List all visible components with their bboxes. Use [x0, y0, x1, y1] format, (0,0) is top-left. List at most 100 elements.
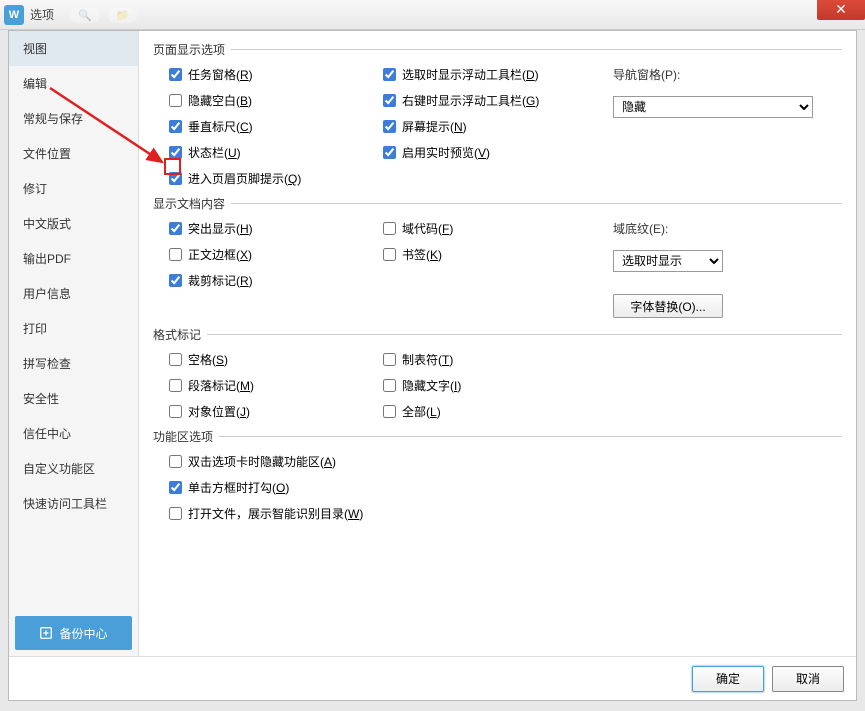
- sidebar-item-10[interactable]: 安全性: [9, 381, 138, 416]
- dc2-0-checkbox[interactable]: [383, 222, 396, 235]
- fm1-1[interactable]: 段落标记(M): [169, 377, 383, 394]
- fm1-1-label: 段落标记(M): [188, 377, 254, 394]
- group-ribbon-legend: 功能区选项: [153, 428, 219, 445]
- options-dialog: 视图编辑常规与保存文件位置修订中文版式输出PDF用户信息打印拼写检查安全性信任中…: [8, 30, 857, 701]
- pd1-4[interactable]: 进入页眉页脚提示(Q): [169, 170, 383, 187]
- sidebar-item-9[interactable]: 拼写检查: [9, 346, 138, 381]
- group-format-marks-legend: 格式标记: [153, 326, 207, 343]
- fm2-2-label: 全部(L): [402, 403, 441, 420]
- sidebar-item-11[interactable]: 信任中心: [9, 416, 138, 451]
- fm1-2[interactable]: 对象位置(J): [169, 403, 383, 420]
- fm2-0-label: 制表符(T): [402, 351, 453, 368]
- pd1-3[interactable]: 状态栏(U): [169, 144, 383, 161]
- dc1-2-label: 裁剪标记(R): [188, 272, 253, 289]
- sidebar-item-13[interactable]: 快速访问工具栏: [9, 486, 138, 521]
- dc2-0-label: 域代码(F): [402, 220, 453, 237]
- dc1-1-checkbox[interactable]: [169, 248, 182, 261]
- rb-1-label: 单击方框时打勾(O): [188, 479, 289, 496]
- pd1-1[interactable]: 隐藏空白(B): [169, 92, 383, 109]
- dc2-1-label: 书签(K): [402, 246, 442, 263]
- ok-button[interactable]: 确定: [692, 666, 764, 692]
- pd1-2-label: 垂直标尺(C): [188, 118, 253, 135]
- fm2-0-checkbox[interactable]: [383, 353, 396, 366]
- dialog-footer: 确定 取消: [9, 656, 856, 700]
- sidebar-item-4[interactable]: 修订: [9, 171, 138, 206]
- sidebar: 视图编辑常规与保存文件位置修订中文版式输出PDF用户信息打印拼写检查安全性信任中…: [9, 31, 139, 656]
- pd2-1-checkbox[interactable]: [383, 94, 396, 107]
- rb-0-checkbox[interactable]: [169, 455, 182, 468]
- nav-pane-select[interactable]: 隐藏: [613, 96, 813, 118]
- field-shading-select[interactable]: 选取时显示: [613, 250, 723, 272]
- pd1-1-checkbox[interactable]: [169, 94, 182, 107]
- close-button[interactable]: ✕: [817, 0, 865, 20]
- dc1-0[interactable]: 突出显示(H): [169, 220, 383, 237]
- dc2-1-checkbox[interactable]: [383, 248, 396, 261]
- pd1-0[interactable]: 任务窗格(R): [169, 66, 383, 83]
- fm2-2[interactable]: 全部(L): [383, 403, 613, 420]
- pd1-0-label: 任务窗格(R): [188, 66, 253, 83]
- font-substitute-button[interactable]: 字体替换(O)...: [613, 294, 723, 318]
- app-icon: W: [4, 5, 24, 25]
- fm1-2-checkbox[interactable]: [169, 405, 182, 418]
- group-format-marks: 格式标记 空格(S) 段落标记(M) 对象位置(J) 制表符(T) 隐藏文字(I) 全部…: [153, 326, 842, 420]
- pd2-0[interactable]: 选取时显示浮动工具栏(D): [383, 66, 613, 83]
- fm1-0[interactable]: 空格(S): [169, 351, 383, 368]
- rb-0[interactable]: 双击选项卡时隐藏功能区(A): [169, 453, 842, 470]
- dc1-1-label: 正文边框(X): [188, 246, 252, 263]
- window-title: 选项: [30, 6, 54, 23]
- nav-pane-label: 导航窗格(P):: [613, 66, 842, 83]
- pd1-1-label: 隐藏空白(B): [188, 92, 252, 109]
- dc2-1[interactable]: 书签(K): [383, 246, 613, 263]
- group-doc-content: 显示文档内容 突出显示(H)正文边框(X)裁剪标记(R) 域代码(F)书签(K)…: [153, 195, 842, 318]
- pd2-2[interactable]: 屏幕提示(N): [383, 118, 613, 135]
- fm1-0-label: 空格(S): [188, 351, 228, 368]
- fm2-1-checkbox[interactable]: [383, 379, 396, 392]
- fm2-2-checkbox[interactable]: [383, 405, 396, 418]
- pd2-3[interactable]: 启用实时预览(V): [383, 144, 613, 161]
- rb-2-checkbox[interactable]: [169, 507, 182, 520]
- sidebar-item-2[interactable]: 常规与保存: [9, 101, 138, 136]
- pd1-2[interactable]: 垂直标尺(C): [169, 118, 383, 135]
- rb-0-label: 双击选项卡时隐藏功能区(A): [188, 453, 336, 470]
- rb-1[interactable]: 单击方框时打勾(O): [169, 479, 842, 496]
- fm1-1-checkbox[interactable]: [169, 379, 182, 392]
- group-ribbon: 功能区选项 双击选项卡时隐藏功能区(A) 单击方框时打勾(O) 打开文件，展示智能识…: [153, 428, 842, 522]
- sidebar-item-8[interactable]: 打印: [9, 311, 138, 346]
- dc1-0-label: 突出显示(H): [188, 220, 253, 237]
- sidebar-item-0[interactable]: 视图: [9, 31, 138, 66]
- sidebar-item-3[interactable]: 文件位置: [9, 136, 138, 171]
- dc1-2[interactable]: 裁剪标记(R): [169, 272, 383, 289]
- sidebar-item-12[interactable]: 自定义功能区: [9, 451, 138, 486]
- backup-icon: [39, 626, 53, 640]
- fm1-2-label: 对象位置(J): [188, 403, 250, 420]
- rb-2[interactable]: 打开文件，展示智能识别目录(W): [169, 505, 842, 522]
- cancel-button[interactable]: 取消: [772, 666, 844, 692]
- dc1-0-checkbox[interactable]: [169, 222, 182, 235]
- backup-center-button[interactable]: 备份中心: [15, 616, 132, 650]
- titlebar: W 选项 🔍📁 ✕: [0, 0, 865, 30]
- sidebar-item-1[interactable]: 编辑: [9, 66, 138, 101]
- sidebar-item-5[interactable]: 中文版式: [9, 206, 138, 241]
- group-page-display-legend: 页面显示选项: [153, 41, 231, 58]
- fm2-1-label: 隐藏文字(I): [402, 377, 461, 394]
- dc1-1[interactable]: 正文边框(X): [169, 246, 383, 263]
- dc1-2-checkbox[interactable]: [169, 274, 182, 287]
- pd1-4-label: 进入页眉页脚提示(Q): [188, 170, 301, 187]
- pd1-0-checkbox[interactable]: [169, 68, 182, 81]
- dc2-0[interactable]: 域代码(F): [383, 220, 613, 237]
- pd1-4-checkbox[interactable]: [169, 172, 182, 185]
- fm1-0-checkbox[interactable]: [169, 353, 182, 366]
- fm2-0[interactable]: 制表符(T): [383, 351, 613, 368]
- pd1-3-label: 状态栏(U): [188, 144, 241, 161]
- pd2-0-checkbox[interactable]: [383, 68, 396, 81]
- sidebar-item-7[interactable]: 用户信息: [9, 276, 138, 311]
- sidebar-item-6[interactable]: 输出PDF: [9, 241, 138, 276]
- pd1-3-checkbox[interactable]: [169, 146, 182, 159]
- pd2-2-checkbox[interactable]: [383, 120, 396, 133]
- pd1-2-checkbox[interactable]: [169, 120, 182, 133]
- group-page-display: 页面显示选项 任务窗格(R) 隐藏空白(B) 垂直标尺(C) 状态栏(U) 进入页眉页脚…: [153, 41, 842, 187]
- pd2-1[interactable]: 右键时显示浮动工具栏(G): [383, 92, 613, 109]
- pd2-3-checkbox[interactable]: [383, 146, 396, 159]
- fm2-1[interactable]: 隐藏文字(I): [383, 377, 613, 394]
- rb-1-checkbox[interactable]: [169, 481, 182, 494]
